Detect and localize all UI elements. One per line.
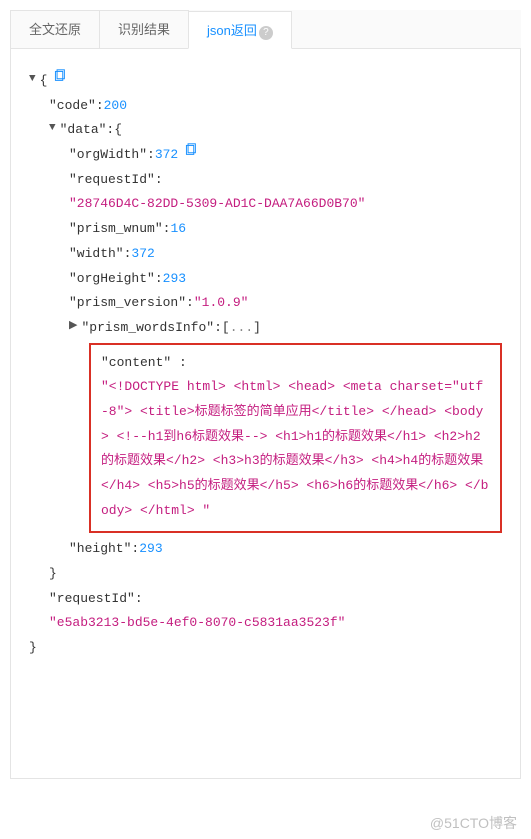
- key-orgwidth: "orgWidth": [69, 143, 147, 168]
- val-requestid2: "e5ab3213-bd5e-4ef0-8070-c5831aa3523f": [49, 611, 345, 636]
- val-prismwnum: 16: [170, 217, 186, 242]
- ellipsis[interactable]: ...: [230, 316, 253, 341]
- watermark: @51CTO博客: [430, 813, 517, 833]
- key-prismwnum: "prism_wnum": [69, 217, 163, 242]
- val-code: 200: [104, 94, 127, 119]
- key-requestid2: "requestId": [49, 587, 135, 612]
- val-content: "<!DOCTYPE html> <html> <head> <meta cha…: [101, 375, 490, 523]
- val-orgheight: 293: [163, 267, 186, 292]
- key-height: "height": [69, 537, 131, 562]
- key-prismversion: "prism_version": [69, 291, 186, 316]
- tab-fulltext[interactable]: 全文还原: [10, 10, 100, 48]
- val-requestid: "28746D4C-82DD-5309-AD1C-DAA7A66D0B70": [69, 192, 365, 217]
- brace-close-root: }: [29, 636, 37, 661]
- brace-open: {: [40, 69, 48, 94]
- brace-close-data: }: [49, 562, 57, 587]
- tab-json-label: json返回: [207, 23, 257, 38]
- val-prismversion: "1.0.9": [194, 291, 249, 316]
- key-content: "content": [101, 355, 171, 370]
- highlighted-content: "content" : "<!DOCTYPE html> <html> <hea…: [89, 343, 502, 534]
- key-code: "code": [49, 94, 96, 119]
- tab-bar: 全文还原 识别结果 json返回?: [10, 10, 521, 49]
- tab-json[interactable]: json返回?: [188, 11, 292, 49]
- key-orgheight: "orgHeight": [69, 267, 155, 292]
- toggle-root[interactable]: ▼: [29, 69, 36, 90]
- val-width: 372: [131, 242, 154, 267]
- val-orgwidth: 372: [155, 143, 178, 168]
- help-icon[interactable]: ?: [259, 26, 273, 40]
- toggle-wordsinfo[interactable]: ▶: [69, 316, 77, 337]
- json-viewer: ▼ { "code" : 200 ▼ "data" : { "orgWidth"…: [10, 49, 521, 779]
- tab-recognition[interactable]: 识别结果: [99, 10, 189, 48]
- key-wordsinfo: "prism_wordsInfo": [81, 316, 214, 341]
- key-requestid: "requestId": [69, 168, 155, 193]
- key-width: "width": [69, 242, 124, 267]
- key-data: "data": [60, 118, 107, 143]
- val-height: 293: [139, 537, 162, 562]
- copy-icon[interactable]: [53, 69, 66, 82]
- toggle-data[interactable]: ▼: [49, 118, 56, 139]
- copy-icon[interactable]: [184, 143, 197, 156]
